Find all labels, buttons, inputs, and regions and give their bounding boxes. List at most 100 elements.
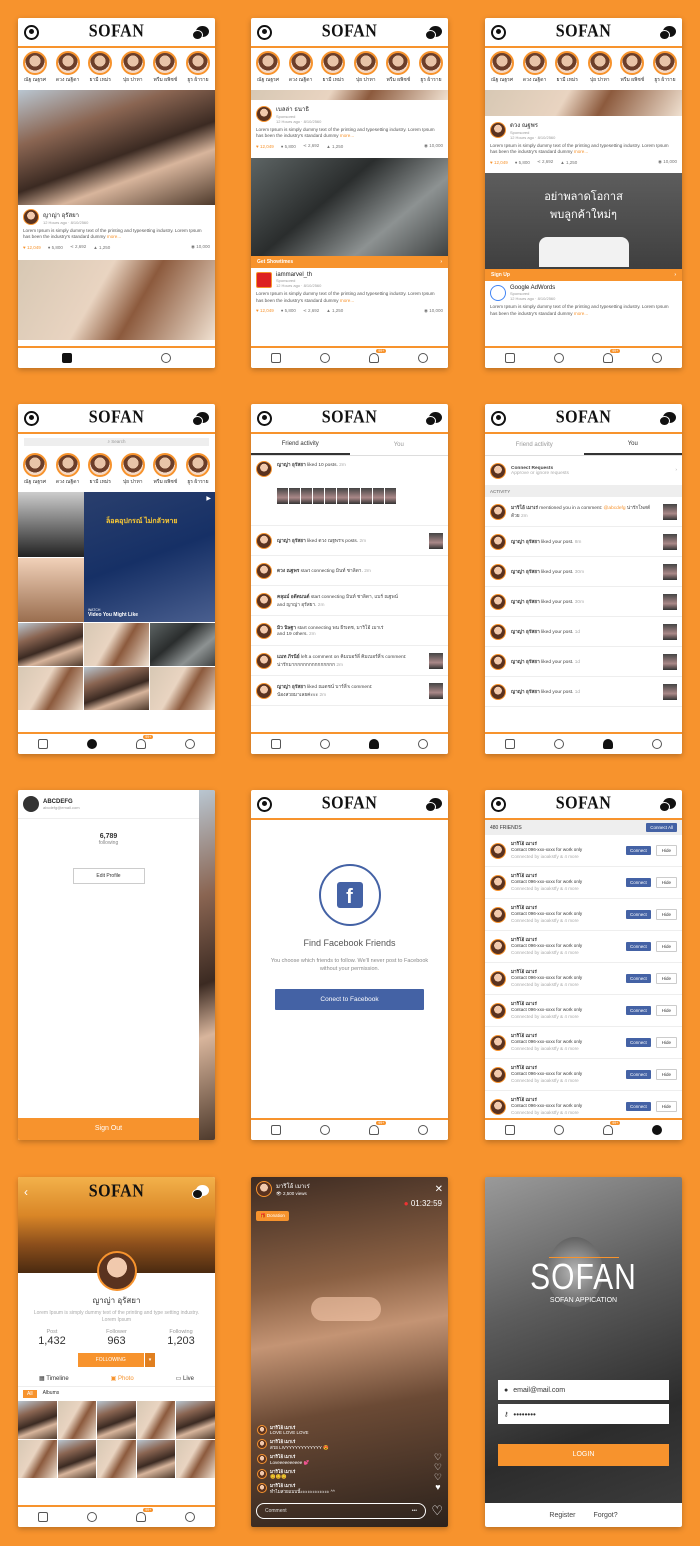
video-ad[interactable]: ล็อคอุปกรณ์ ไม่กลัวหาย WATCH Video You M…: [84, 492, 215, 622]
connect-facebook-button[interactable]: Conect to Facebook: [275, 989, 424, 1011]
bell-icon[interactable]: 99+: [136, 1508, 154, 1522]
more-link[interactable]: more...: [574, 149, 588, 154]
profile-avatar[interactable]: [96, 1251, 137, 1291]
grid-photo[interactable]: [18, 1401, 57, 1439]
add-friend-icon[interactable]: [652, 353, 663, 363]
comment-input[interactable]: Comment •••: [256, 1503, 426, 1519]
home-icon[interactable]: [37, 739, 48, 749]
grid-photo[interactable]: [136, 1401, 176, 1439]
home-icon[interactable]: [504, 353, 515, 363]
avatar[interactable]: [23, 209, 39, 225]
add-friend-icon[interactable]: [418, 1125, 429, 1135]
avatar[interactable]: [490, 842, 506, 859]
avatar[interactable]: [490, 906, 506, 923]
bell-icon[interactable]: 99+: [369, 349, 387, 363]
activity-row[interactable]: ญาญ่า อุรัสยา liked your post. 1d: [485, 617, 682, 647]
like-icon[interactable]: ♥ 12,049: [256, 308, 274, 313]
connect-button[interactable]: Connect: [625, 910, 651, 919]
story-item[interactable]: ปุย ปาทา: [120, 51, 146, 90]
tab-you[interactable]: You: [350, 434, 449, 455]
avatar[interactable]: [256, 1181, 272, 1197]
share-icon[interactable]: ⋖ 2,692: [70, 244, 86, 250]
activity-row[interactable]: ญาญ่า อุรัสยา liked your post. 1d: [485, 647, 682, 677]
story-item[interactable]: ยามี เหม่ร: [87, 453, 113, 492]
post-photo[interactable]: [18, 90, 215, 205]
home-icon[interactable]: [270, 739, 281, 749]
avatar[interactable]: [490, 1034, 506, 1051]
story-item[interactable]: ณัฐ ณฐรศ: [489, 51, 515, 90]
grid-photo[interactable]: [84, 623, 149, 666]
following-count[interactable]: 6,789 following: [18, 833, 199, 846]
connect-all-button[interactable]: Connect All: [646, 823, 677, 832]
avatar[interactable]: [490, 1002, 506, 1019]
activity-row[interactable]: คลุมม์ อดีตมนต์ start connecting มินท์ ช…: [251, 586, 448, 616]
activity-row[interactable]: ญาญ่า อุรัสยา liked 10 posts. 2m: [251, 456, 448, 526]
search-icon[interactable]: [553, 353, 564, 363]
post-author[interactable]: เบลล่า ธนาธิ: [276, 104, 321, 114]
grid-photo[interactable]: [18, 667, 83, 710]
activity-row[interactable]: ญาญ่า อุรัสยา liked your post. 1d: [485, 677, 682, 707]
like-icon[interactable]: ♥ 12,049: [23, 245, 41, 250]
marvel-logo[interactable]: [256, 272, 272, 289]
avatar[interactable]: [490, 1066, 506, 1083]
story-item[interactable]: ยามี เหม่ร: [320, 51, 346, 90]
ad-image[interactable]: อย่าพลาดโอกาส พบลูกค้าใหม่ๆ: [485, 173, 682, 270]
profile-icon[interactable]: [24, 411, 39, 426]
add-friend-icon[interactable]: [185, 739, 196, 749]
sign-up-banner[interactable]: Sign Up ›: [485, 269, 682, 282]
hide-button[interactable]: Hide: [655, 1005, 677, 1016]
search-icon[interactable]: [86, 739, 97, 749]
search-input[interactable]: ⌕ Search: [24, 438, 209, 446]
avatar[interactable]: [490, 1098, 506, 1115]
chat-icon[interactable]: [425, 412, 442, 426]
more-link[interactable]: more...: [340, 133, 354, 138]
chat-icon[interactable]: [425, 26, 442, 40]
story-item[interactable]: ยูร ผ้าราย: [652, 51, 678, 90]
hide-button[interactable]: Hide: [655, 909, 677, 920]
profile-icon[interactable]: [257, 411, 272, 426]
avatar[interactable]: [490, 970, 506, 987]
story-item[interactable]: ดวง ณฐิดา: [55, 453, 81, 492]
story-item[interactable]: ณัฐ ณฐรศ: [22, 453, 48, 492]
story-item[interactable]: ณัฐ ณฐรศ: [255, 51, 281, 90]
email-field[interactable]: ● email@mail.com: [498, 1380, 669, 1400]
search-icon[interactable]: [86, 1512, 97, 1522]
post-author[interactable]: ดวง ณฐพร: [510, 120, 555, 130]
grid-photo[interactable]: [84, 667, 149, 710]
drawer-user[interactable]: ABCDEFG abcdefg@email.com: [18, 790, 199, 819]
connect-button[interactable]: Connect: [625, 942, 651, 951]
comment-icon[interactable]: ● 5,800: [515, 160, 530, 165]
explore-photo[interactable]: [18, 557, 84, 622]
grid-photo[interactable]: [150, 667, 215, 710]
login-button[interactable]: LOGIN: [498, 1444, 669, 1466]
story-item[interactable]: ยามี เหม่ร: [554, 51, 580, 90]
grid-photo[interactable]: [18, 1440, 57, 1478]
activity-row[interactable]: ญาญ่า อุรัสยา liked your post. 30m: [485, 587, 682, 617]
story-item[interactable]: ปุย ปาทา: [120, 453, 146, 492]
share-icon[interactable]: ⋖ 2,692: [303, 143, 319, 149]
profile-icon[interactable]: [491, 411, 506, 426]
more-link[interactable]: more...: [340, 298, 354, 303]
stat-post[interactable]: Post 1,432: [38, 1329, 66, 1347]
chat-icon[interactable]: [192, 1185, 209, 1199]
heart-icon[interactable]: ♡: [431, 1503, 443, 1519]
search-icon[interactable]: [553, 739, 564, 749]
comment-icon[interactable]: ● 5,800: [281, 144, 296, 149]
explore-photo[interactable]: [18, 492, 84, 557]
avatar[interactable]: [490, 938, 506, 955]
profile-icon[interactable]: [257, 797, 272, 812]
connect-button[interactable]: Connect: [625, 1102, 651, 1111]
post-photo[interactable]: [18, 260, 215, 341]
avatar[interactable]: [490, 122, 506, 138]
story-item[interactable]: ดวง ณฐิดา: [55, 51, 81, 90]
grid-photo[interactable]: [57, 1440, 97, 1478]
adwords-logo[interactable]: [490, 285, 506, 302]
add-friend-icon[interactable]: [185, 1512, 196, 1522]
chat-icon[interactable]: [192, 26, 209, 40]
home-icon[interactable]: [37, 1512, 48, 1522]
more-link[interactable]: more...: [107, 234, 121, 239]
hide-button[interactable]: Hide: [655, 1069, 677, 1080]
close-icon[interactable]: ✕: [435, 1184, 443, 1195]
tab-timeline[interactable]: ▦ Timeline: [39, 1375, 69, 1382]
profile-icon[interactable]: [24, 25, 39, 40]
